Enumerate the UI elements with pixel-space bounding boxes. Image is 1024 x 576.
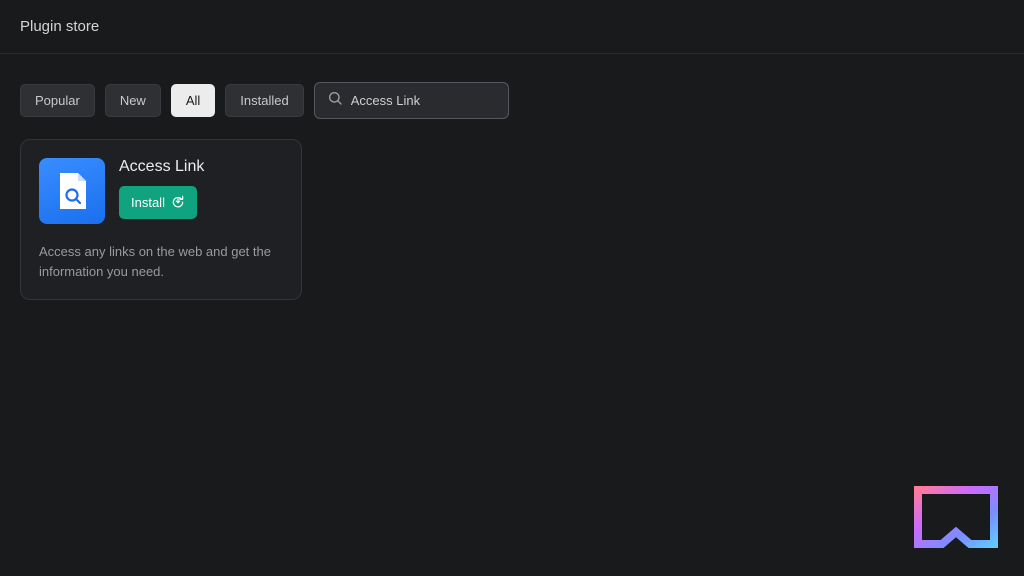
plugin-description: Access any links on the web and get the …	[39, 242, 283, 281]
filter-installed-button[interactable]: Installed	[225, 84, 303, 117]
install-button-label: Install	[131, 195, 165, 210]
plugin-grid: Access Link Install Access any links on …	[0, 139, 1024, 300]
brand-logo	[914, 486, 998, 548]
header: Plugin store	[0, 0, 1024, 54]
plugin-card: Access Link Install Access any links on …	[20, 139, 302, 300]
search-input[interactable]	[351, 93, 496, 108]
plugin-name: Access Link	[119, 158, 204, 176]
search-icon	[327, 90, 343, 111]
page-title: Plugin store	[20, 18, 1004, 35]
filter-popular-button[interactable]: Popular	[20, 84, 95, 117]
plugin-icon	[39, 158, 105, 224]
download-icon	[171, 194, 185, 211]
search-box[interactable]	[314, 82, 509, 119]
install-button[interactable]: Install	[119, 186, 197, 219]
filter-all-button[interactable]: All	[171, 84, 215, 117]
filter-new-button[interactable]: New	[105, 84, 161, 117]
toolbar: Popular New All Installed	[0, 54, 1024, 139]
